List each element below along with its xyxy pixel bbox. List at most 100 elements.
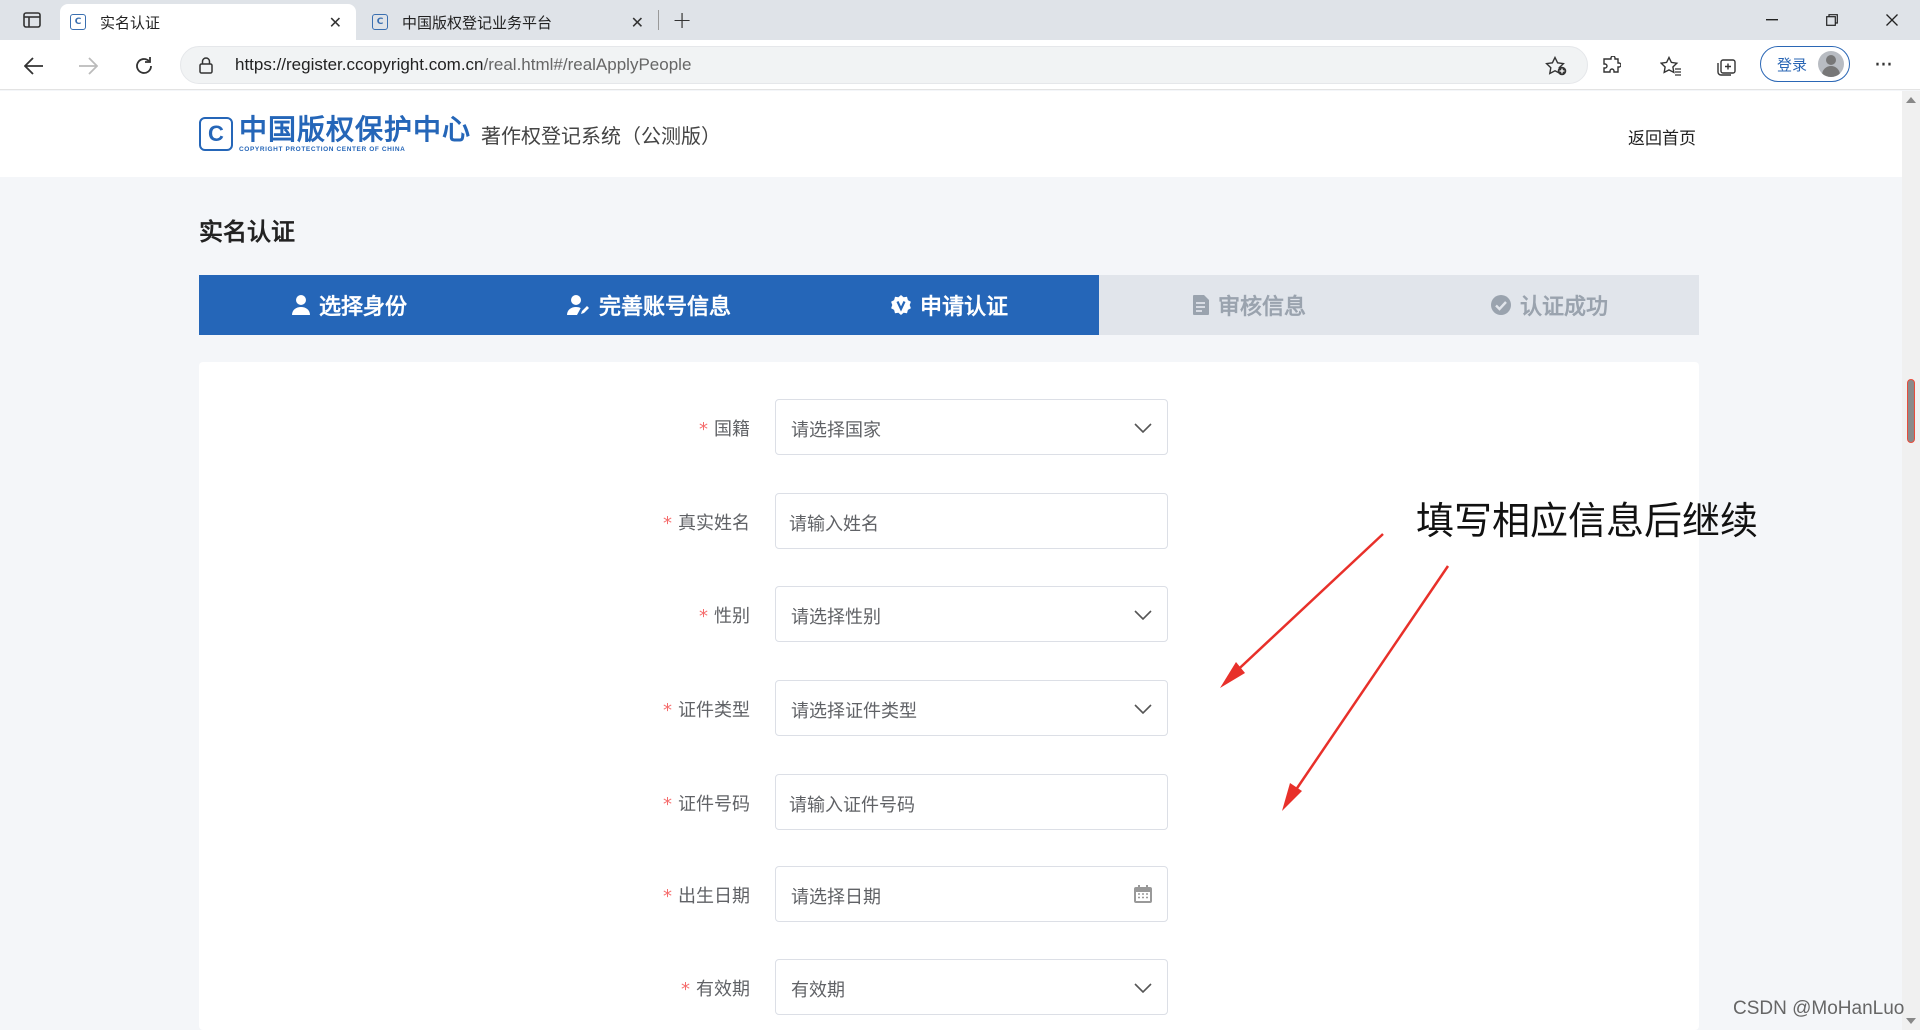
tab-favicon-icon: C bbox=[372, 14, 388, 30]
input-placeholder: 请输入姓名 bbox=[789, 514, 879, 535]
login-label: 登录 bbox=[1777, 55, 1808, 74]
badge-v-icon bbox=[890, 294, 912, 316]
browser-tab-active[interactable]: C 实名认证 ✕ bbox=[60, 4, 356, 40]
form-row-id-number: * 证件号码 请输入证件号码 bbox=[199, 774, 1699, 830]
required-mark: * bbox=[663, 886, 672, 907]
scroll-down-icon[interactable] bbox=[1906, 1018, 1916, 1024]
label-text: 有效期 bbox=[696, 979, 750, 1000]
tab-close-icon[interactable]: ✕ bbox=[631, 13, 644, 32]
date-placeholder: 请选择日期 bbox=[791, 887, 881, 908]
select-placeholder: 请选择国家 bbox=[791, 420, 881, 441]
form-card: * 国籍 请选择国家 * 真实姓名 请输入姓名 * 性别 请选择性别 * 证件类型 请选… bbox=[199, 362, 1699, 1030]
field-label: * 性别 bbox=[699, 602, 750, 628]
select-placeholder: 请选择证件类型 bbox=[791, 701, 917, 722]
calendar-icon[interactable] bbox=[1133, 884, 1153, 908]
validity-select[interactable]: 有效期 bbox=[775, 959, 1168, 1015]
site-header: C 中国版权保护中心 COPYRIGHT PROTECTION CENTER O… bbox=[0, 91, 1902, 177]
back-icon[interactable] bbox=[18, 50, 50, 82]
label-text: 出生日期 bbox=[678, 886, 750, 907]
tab-close-icon[interactable]: ✕ bbox=[329, 13, 342, 32]
collections-icon[interactable] bbox=[1714, 53, 1740, 79]
browser-tab[interactable]: C 中国版权登记业务平台 ✕ bbox=[362, 4, 658, 40]
chevron-down-icon bbox=[1134, 978, 1152, 997]
required-mark: * bbox=[663, 700, 672, 721]
label-text: 证件号码 bbox=[678, 794, 750, 815]
required-mark: * bbox=[663, 513, 672, 534]
window-close-icon[interactable] bbox=[1862, 0, 1920, 40]
logo-text: 中国版权保护中心 COPYRIGHT PROTECTION CENTER OF … bbox=[239, 114, 471, 154]
field-label: * 证件号码 bbox=[663, 790, 750, 816]
address-bar[interactable]: https://register.ccopyright.com.cn/real.… bbox=[180, 46, 1588, 84]
chevron-down-icon bbox=[1134, 699, 1152, 718]
form-row-nationality: * 国籍 请选择国家 bbox=[199, 399, 1699, 455]
add-favorite-icon[interactable] bbox=[1545, 55, 1567, 80]
new-tab-icon[interactable]: + bbox=[668, 6, 696, 34]
favorites-icon[interactable] bbox=[1658, 53, 1684, 79]
id-type-select[interactable]: 请选择证件类型 bbox=[775, 680, 1168, 736]
select-placeholder: 请选择性别 bbox=[791, 607, 881, 628]
url-path: /real.html#/realApplyPeople bbox=[483, 55, 692, 74]
input-placeholder: 请输入证件号码 bbox=[789, 795, 915, 816]
system-name: 著作权登记系统（公测版） bbox=[481, 124, 721, 148]
refresh-icon[interactable] bbox=[128, 50, 160, 82]
lock-icon[interactable] bbox=[199, 57, 213, 78]
id-number-input[interactable]: 请输入证件号码 bbox=[775, 774, 1168, 830]
scroll-up-icon[interactable] bbox=[1906, 97, 1916, 103]
chevron-down-icon bbox=[1134, 418, 1152, 437]
copyright-logo-icon: C bbox=[199, 117, 233, 151]
step-verification-success: 认证成功 bbox=[1399, 275, 1699, 335]
form-row-gender: * 性别 请选择性别 bbox=[199, 586, 1699, 642]
avatar-icon bbox=[1818, 51, 1844, 77]
forward-icon[interactable] bbox=[72, 50, 104, 82]
url-text: https://register.ccopyright.com.cn/real.… bbox=[235, 55, 691, 75]
page-scrollbar[interactable] bbox=[1902, 91, 1920, 1030]
step-label: 申请认证 bbox=[919, 295, 1008, 320]
birth-date-picker[interactable]: 请选择日期 bbox=[775, 866, 1168, 922]
tab-title: 中国版权登记业务平台 bbox=[402, 13, 553, 32]
site-logo[interactable]: C 中国版权保护中心 COPYRIGHT PROTECTION CENTER O… bbox=[199, 111, 471, 157]
home-link[interactable]: 返回首页 bbox=[1628, 124, 1696, 149]
select-placeholder: 有效期 bbox=[791, 980, 845, 1001]
step-label: 完善账号信息 bbox=[598, 295, 731, 320]
form-row-birth-date: * 出生日期 请选择日期 bbox=[199, 866, 1699, 922]
required-mark: * bbox=[699, 606, 708, 627]
label-text: 性别 bbox=[714, 606, 750, 627]
extensions-icon[interactable] bbox=[1598, 53, 1624, 79]
label-text: 国籍 bbox=[714, 419, 750, 440]
field-label: * 国籍 bbox=[699, 415, 750, 441]
restore-icon[interactable] bbox=[1802, 0, 1862, 40]
browser-tab-strip: C 实名认证 ✕ C 中国版权登记业务平台 ✕ + bbox=[0, 0, 1920, 40]
nationality-select[interactable]: 请选择国家 bbox=[775, 399, 1168, 455]
tab-favicon-icon: C bbox=[70, 14, 86, 30]
step-review-info: 审核信息 bbox=[1099, 275, 1399, 335]
logo-en-text: COPYRIGHT PROTECTION CENTER OF CHINA bbox=[239, 145, 406, 153]
field-label: * 证件类型 bbox=[663, 696, 750, 722]
step-label: 认证成功 bbox=[1519, 295, 1608, 320]
check-circle-icon bbox=[1490, 294, 1512, 316]
document-icon bbox=[1192, 294, 1210, 316]
annotation-text: 填写相应信息后继续 bbox=[1416, 499, 1759, 543]
login-button[interactable]: 登录 bbox=[1760, 46, 1850, 82]
step-account-info: 完善账号信息 bbox=[499, 275, 799, 335]
user-edit-icon bbox=[566, 294, 591, 316]
step-label: 选择身份 bbox=[318, 295, 407, 320]
step-label: 审核信息 bbox=[1217, 295, 1306, 320]
tab-separator bbox=[658, 10, 659, 30]
scrollbar-thumb[interactable] bbox=[1907, 379, 1915, 443]
more-menu-icon[interactable]: ··· bbox=[1868, 50, 1898, 80]
required-mark: * bbox=[681, 979, 690, 1000]
minimize-icon[interactable] bbox=[1742, 0, 1802, 40]
gender-select[interactable]: 请选择性别 bbox=[775, 586, 1168, 642]
real-name-input[interactable]: 请输入姓名 bbox=[775, 493, 1168, 549]
field-label: * 有效期 bbox=[681, 975, 750, 1001]
label-text: 证件类型 bbox=[678, 700, 750, 721]
user-icon bbox=[291, 294, 311, 316]
step-select-identity: 选择身份 bbox=[199, 275, 499, 335]
tab-actions-icon[interactable] bbox=[10, 8, 54, 32]
form-row-validity: * 有效期 有效期 bbox=[199, 959, 1699, 1015]
form-row-id-type: * 证件类型 请选择证件类型 bbox=[199, 680, 1699, 736]
field-label: * 出生日期 bbox=[663, 882, 750, 908]
tab-title: 实名认证 bbox=[100, 13, 161, 32]
required-mark: * bbox=[663, 794, 672, 815]
required-mark: * bbox=[699, 419, 708, 440]
